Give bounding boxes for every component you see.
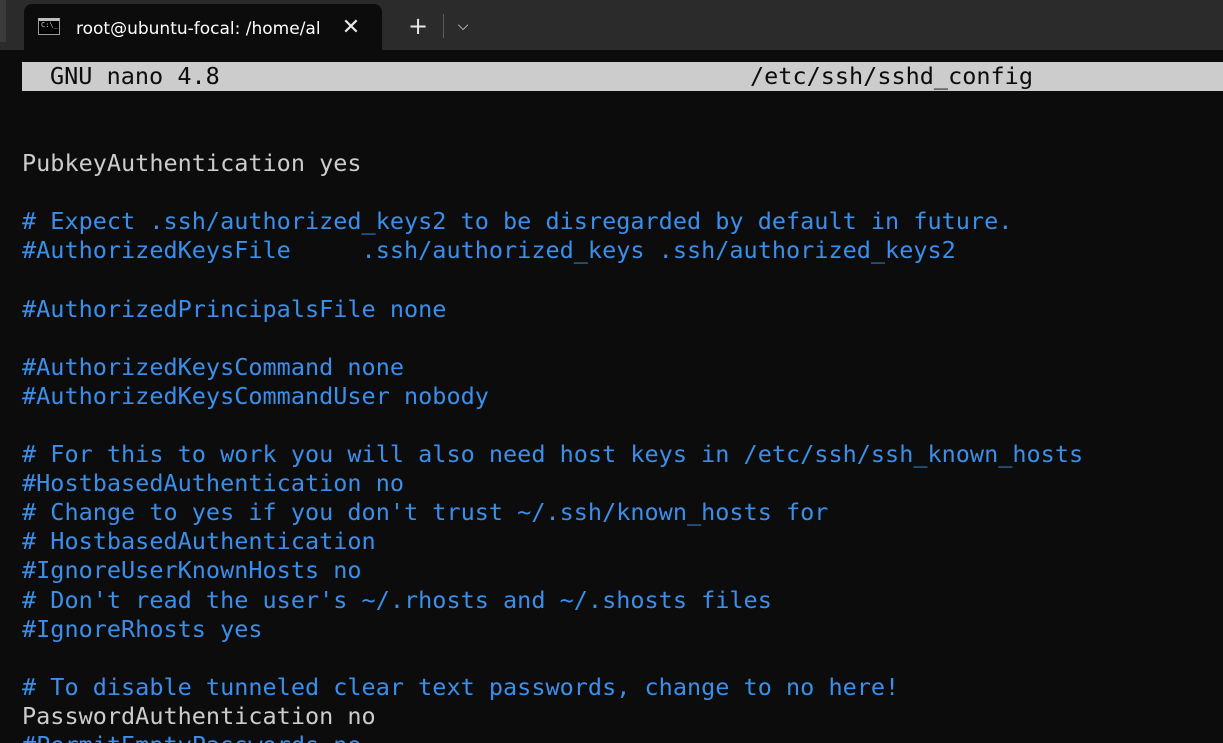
comment-line: #AuthorizedKeysCommandUser nobody bbox=[22, 381, 489, 410]
chevron-down-icon[interactable]: ⌵ bbox=[452, 12, 474, 40]
comment-line: # To disable tunneled clear text passwor… bbox=[22, 672, 900, 701]
comment-line: #HostbasedAuthentication no bbox=[22, 469, 405, 498]
nano-title-bar: GNU nano 4.8 /etc/ssh/sshd_config bbox=[22, 62, 1223, 91]
comment-line: # HostbasedAuthentication bbox=[22, 527, 376, 556]
terminal-icon: C:\_ bbox=[38, 18, 60, 35]
tab-terminal[interactable]: C:\_ root@ubuntu-focal: /home/al ✕ bbox=[24, 4, 382, 50]
comment-line: #AuthorizedKeysCommand none bbox=[22, 352, 405, 381]
comment-line: #IgnoreUserKnownHosts no bbox=[22, 556, 362, 585]
terminal-area[interactable]: GNU nano 4.8 /etc/ssh/sshd_config Pubkey… bbox=[0, 50, 1223, 743]
editor-buffer[interactable]: PubkeyAuthentication yes # Expect .ssh/au… bbox=[22, 120, 1223, 743]
nano-version: GNU nano 4.8 bbox=[50, 62, 220, 90]
comment-line: #IgnoreRhosts yes bbox=[22, 614, 263, 643]
config-line: PasswordAuthentication no bbox=[22, 701, 376, 730]
new-tab-button[interactable]: + bbox=[402, 12, 434, 40]
comment-line: # Expect .ssh/authorized_keys2 to be dis… bbox=[22, 207, 1013, 236]
tab-title: root@ubuntu-focal: /home/al bbox=[76, 19, 321, 39]
comment-line: # Change to yes if you don't trust ~/.ss… bbox=[22, 498, 829, 527]
comment-line: # Don't read the user's ~/.rhosts and ~/… bbox=[22, 585, 772, 614]
comment-line: # For this to work you will also need ho… bbox=[22, 440, 1084, 469]
window-edge bbox=[0, 0, 6, 42]
config-line: PubkeyAuthentication yes bbox=[22, 149, 362, 178]
divider bbox=[443, 14, 444, 38]
file-name: /etc/ssh/sshd_config bbox=[750, 62, 1033, 90]
comment-line: #AuthorizedPrincipalsFile none bbox=[22, 294, 447, 323]
comment-line: #AuthorizedKeysFile .ssh/authorized_keys… bbox=[22, 236, 956, 265]
comment-line: #PermitEmptyPasswords no bbox=[22, 731, 1223, 743]
title-bar: C:\_ root@ubuntu-focal: /home/al ✕ + ⌵ bbox=[0, 0, 1223, 50]
close-icon[interactable]: ✕ bbox=[340, 17, 362, 39]
terminal-icon-glyph: C:\_ bbox=[41, 21, 58, 29]
